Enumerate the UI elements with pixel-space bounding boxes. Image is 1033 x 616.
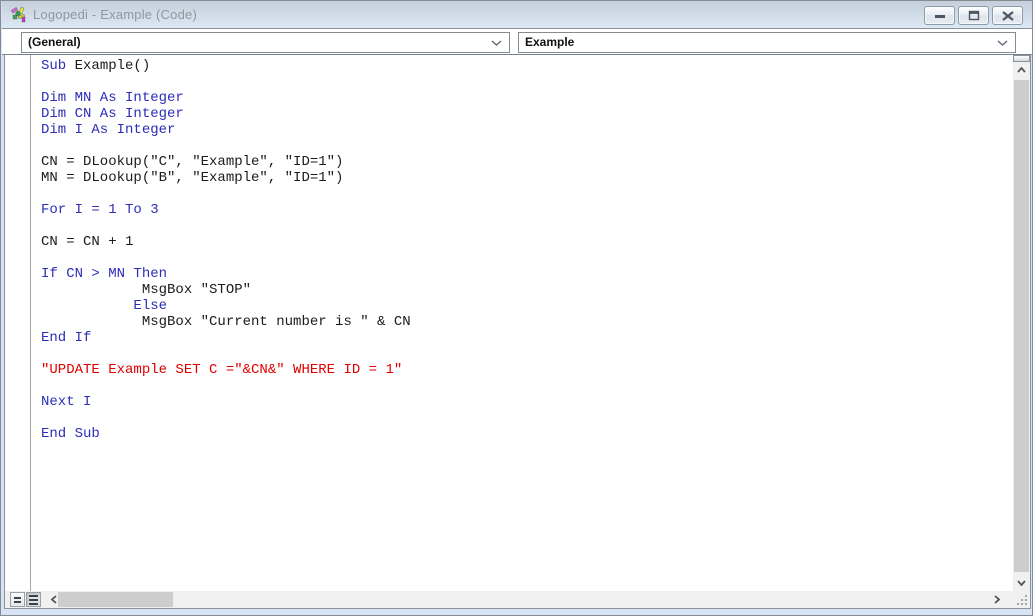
titlebar[interactable]: Logopedi - Example (Code) xyxy=(2,1,1032,29)
minimize-icon xyxy=(934,14,945,18)
scroll-up-button[interactable] xyxy=(1013,62,1030,78)
code-panel: Sub Example() Dim MN As Integer Dim CN As … xyxy=(4,55,1031,591)
vertical-scroll-thumb[interactable] xyxy=(1014,80,1029,572)
restore-icon xyxy=(968,10,979,21)
vba-module-icon xyxy=(10,6,26,23)
code-line: MsgBox "Current number is " & CN xyxy=(41,314,411,330)
code-line: CN = DLookup("C", "Example", "ID=1") xyxy=(41,154,344,170)
procedure-view-button[interactable] xyxy=(10,592,25,607)
procedure-dropdown-value: Example xyxy=(525,35,575,49)
code-line: If CN > MN Then xyxy=(41,266,168,282)
object-dropdown[interactable]: (General) xyxy=(21,32,510,53)
chevron-left-icon xyxy=(51,595,57,604)
code-line: End If xyxy=(41,330,92,346)
window-title: Logopedi - Example (Code) xyxy=(33,7,197,22)
full-module-view-button[interactable] xyxy=(26,592,41,607)
code-content[interactable]: Sub Example() Dim MN As Integer Dim CN As … xyxy=(32,55,1013,591)
chevron-down-icon xyxy=(1017,580,1026,586)
code-line: End Sub xyxy=(41,426,100,442)
dropdown-bar: (General) Example xyxy=(2,29,1032,55)
code-line: Sub Example() xyxy=(41,58,151,74)
code-line: Else xyxy=(41,298,168,314)
code-line: Next I xyxy=(41,394,92,410)
resize-grip[interactable] xyxy=(1015,593,1027,605)
procedure-view-icon xyxy=(14,596,21,599)
code-line: Dim I As Integer xyxy=(41,122,176,138)
margin-indicator-bar[interactable] xyxy=(5,55,31,591)
window-controls xyxy=(924,6,1023,25)
code-line: For I = 1 To 3 xyxy=(41,202,159,218)
close-icon xyxy=(1001,10,1014,21)
minimize-button[interactable] xyxy=(924,6,955,25)
split-handle[interactable] xyxy=(1013,55,1030,62)
code-line: MsgBox "STOP" xyxy=(41,282,252,298)
scroll-right-button[interactable] xyxy=(990,591,1004,608)
horizontal-scrollbar[interactable] xyxy=(4,591,1031,609)
code-window: Logopedi - Example (Code) (General) Exam… xyxy=(0,0,1033,616)
close-button[interactable] xyxy=(992,6,1023,25)
code-line: Dim CN As Integer xyxy=(41,106,184,122)
code-line: "UPDATE Example SET C ="&CN&" WHERE ID =… xyxy=(41,362,403,378)
full-module-view-icon xyxy=(29,594,38,597)
chevron-down-icon[interactable] xyxy=(997,40,1008,46)
restore-button[interactable] xyxy=(958,6,989,25)
object-dropdown-value: (General) xyxy=(28,35,81,49)
chevron-down-icon[interactable] xyxy=(491,40,502,46)
chevron-right-icon xyxy=(994,595,1000,604)
horizontal-scroll-thumb[interactable] xyxy=(58,592,173,607)
vertical-scrollbar[interactable] xyxy=(1013,55,1030,591)
code-line: Dim MN As Integer xyxy=(41,90,184,106)
code-line: CN = CN + 1 xyxy=(41,234,134,250)
code-line: MN = DLookup("B", "Example", "ID=1") xyxy=(41,170,344,186)
scroll-down-button[interactable] xyxy=(1013,575,1030,591)
chevron-up-icon xyxy=(1017,67,1026,73)
procedure-dropdown[interactable]: Example xyxy=(518,32,1016,53)
